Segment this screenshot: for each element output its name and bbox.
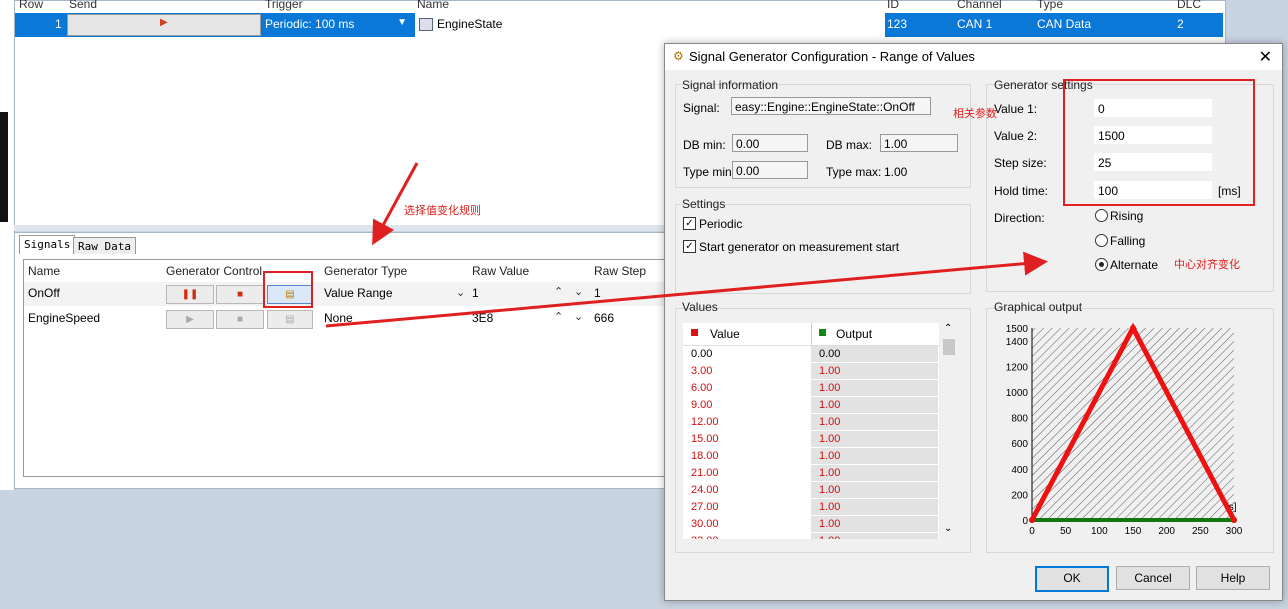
- arrow-to-direction: [325, 251, 1048, 328]
- arrow-to-config-button: [372, 162, 419, 246]
- annotation-arrows: [325, 162, 1048, 328]
